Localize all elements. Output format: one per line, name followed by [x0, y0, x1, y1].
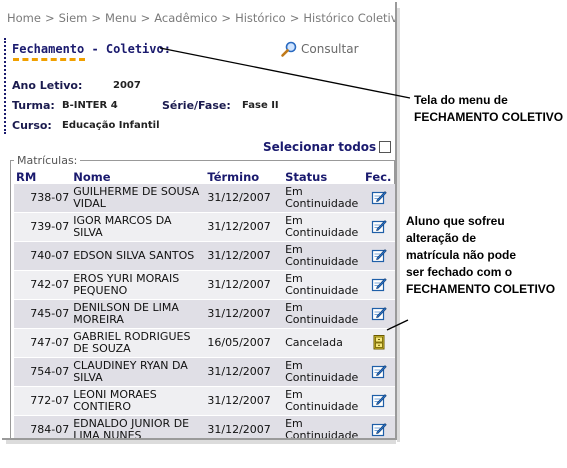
callout-aluno-line-5: FECHAMENTO COLETIVO — [406, 282, 556, 296]
callout-line-menu — [159, 47, 411, 99]
callout-menu-line-2: FECHAMENTO COLETIVO — [414, 110, 564, 124]
callout-aluno-line-2: alteração de — [406, 231, 477, 245]
callout-aluno-line-3: matrícula não pode — [406, 248, 517, 262]
callout-aluno-line-4: ser fechado com o — [406, 265, 513, 279]
callout-line-aluno — [386, 319, 409, 331]
callout-menu: Tela do menu de FECHAMENTO COLETIVO — [414, 92, 563, 126]
callout-aluno: Aluno que sofreu alteração de matrícula … — [406, 213, 555, 298]
callout-menu-line-1: Tela do menu de — [414, 93, 508, 107]
callout-aluno-line-1: Aluno que sofreu — [406, 214, 505, 228]
